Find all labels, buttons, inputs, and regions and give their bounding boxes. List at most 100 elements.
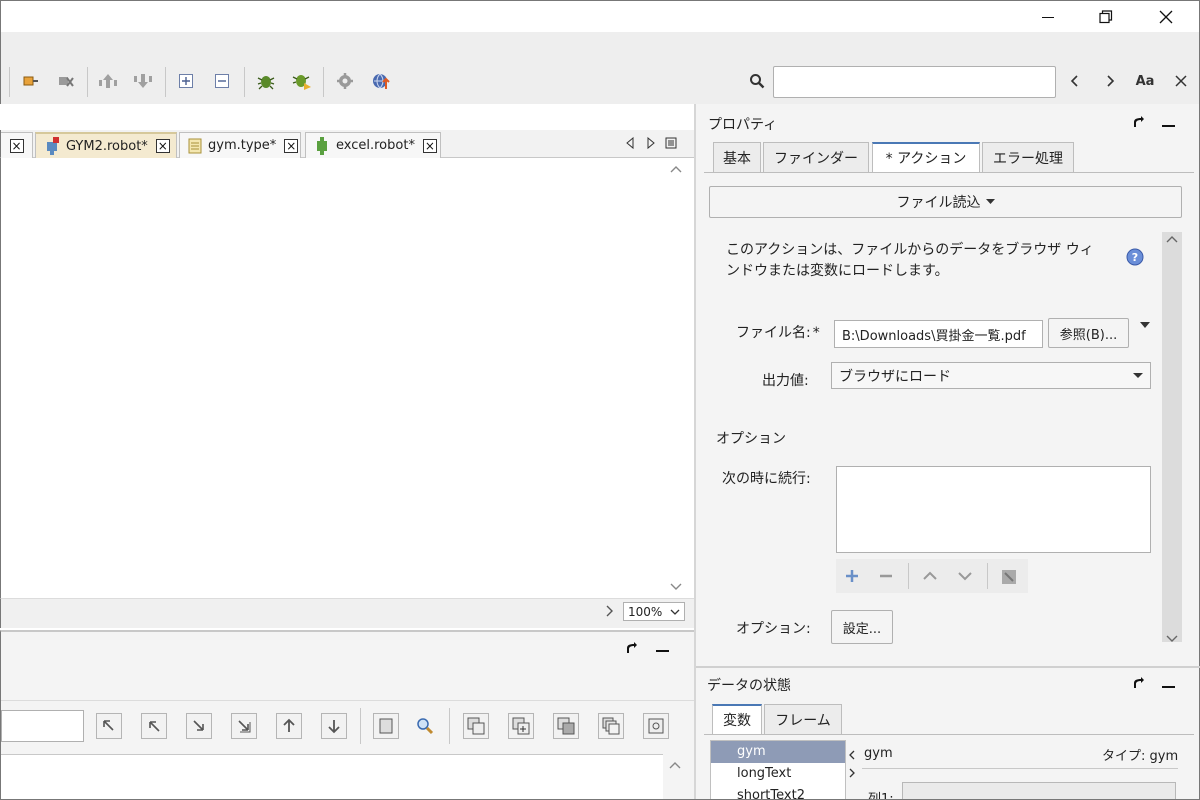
expand-icon[interactable] <box>175 70 197 92</box>
variable-list[interactable]: gym longText shortText2 <box>710 740 846 800</box>
move-down-icon[interactable] <box>321 713 347 739</box>
close-icon[interactable]: × <box>284 138 299 153</box>
file-name-value: B:\Downloads\買掛金一覧.pdf <box>842 328 1026 344</box>
tab-previous-close[interactable]: × <box>1 132 33 158</box>
robot-icon <box>47 137 59 155</box>
move-up-icon[interactable] <box>276 713 302 739</box>
minimize-panel-icon[interactable] <box>1162 686 1175 688</box>
toolbar-separator <box>323 67 324 97</box>
tab-list-button[interactable] <box>665 136 677 154</box>
minus-icon[interactable] <box>878 568 894 584</box>
settings-button[interactable]: 設定... <box>831 610 893 644</box>
restore-button[interactable] <box>1077 1 1135 33</box>
step-disabled-icon[interactable] <box>55 70 77 92</box>
editor-vertical-scrollbar[interactable] <box>666 158 686 598</box>
tab-error-handling[interactable]: エラー処理 <box>982 142 1074 172</box>
tab-gym2-robot[interactable]: GYM2.robot* × <box>35 132 177 158</box>
search-close-button[interactable] <box>1170 70 1192 92</box>
restore-icon <box>1099 10 1113 24</box>
action-type-dropdown[interactable]: ファイル読込 <box>709 186 1182 218</box>
minimize-panel-icon[interactable] <box>656 650 669 652</box>
close-icon[interactable]: × <box>422 138 437 153</box>
help-icon[interactable]: ? <box>1126 248 1144 270</box>
chevron-up-icon[interactable] <box>669 760 681 770</box>
list-item[interactable]: shortText2 <box>711 785 845 799</box>
output-value: ブラウザにロード <box>839 368 951 385</box>
chevron-up-icon[interactable] <box>922 569 938 583</box>
close-button[interactable] <box>1137 1 1195 33</box>
file-name-input[interactable]: B:\Downloads\買掛金一覧.pdf <box>834 320 1043 348</box>
minimize-panel-icon[interactable] <box>1162 125 1175 127</box>
move-down-icon[interactable] <box>132 70 154 92</box>
robot-editor-canvas[interactable] <box>0 158 666 598</box>
tab-finder[interactable]: ファインダー <box>763 142 869 172</box>
tab-scroll-left-button[interactable] <box>625 136 635 154</box>
chevron-left-icon[interactable] <box>848 749 856 761</box>
close-icon[interactable]: × <box>155 139 170 153</box>
frame-down-icon[interactable] <box>463 713 489 739</box>
search-input[interactable] <box>773 66 1056 98</box>
minimize-button[interactable] <box>1019 1 1077 33</box>
tab-excel-robot[interactable]: excel.robot* × <box>305 132 441 158</box>
list-item[interactable]: longText <box>711 763 845 785</box>
debug-bug-icon[interactable] <box>255 70 277 92</box>
upload-globe-icon[interactable] <box>370 70 392 92</box>
undock-pin-icon[interactable] <box>625 642 637 654</box>
settings-label: 設定... <box>842 621 882 637</box>
output-select[interactable]: ブラウザにロード <box>831 362 1151 389</box>
zoom-select[interactable]: 100% <box>623 602 685 621</box>
search-next-button[interactable] <box>1099 70 1121 92</box>
chevron-right-icon[interactable] <box>604 604 614 618</box>
close-icon[interactable]: × <box>9 138 24 153</box>
match-case-button[interactable]: Aa <box>1132 70 1158 92</box>
magnifier-icon[interactable] <box>415 716 435 740</box>
properties-scrollbar[interactable] <box>1162 232 1182 642</box>
tab-frames[interactable]: フレーム <box>764 704 842 734</box>
jump-down-right-icon[interactable] <box>186 713 212 739</box>
step-forward-icon[interactable] <box>20 70 42 92</box>
tab-action[interactable]: * アクション <box>872 142 980 172</box>
chevron-down-icon[interactable] <box>1166 634 1178 644</box>
tab-label: フレーム <box>775 712 831 729</box>
tab-label: ファインダー <box>774 150 858 167</box>
toolbar-separator <box>449 708 450 744</box>
settings-gear-icon[interactable] <box>334 70 356 92</box>
tab-label: 変数 <box>723 713 751 729</box>
chevron-left-icon <box>1070 75 1078 87</box>
bottom-filter-input[interactable] <box>1 710 84 742</box>
debug-run-icon[interactable] <box>291 70 313 92</box>
clear-list-icon[interactable] <box>1000 568 1018 586</box>
jump-up-left-icon[interactable] <box>141 713 167 739</box>
browse-button[interactable]: 参照(B)... <box>1048 318 1129 348</box>
tab-variables[interactable]: 変数 <box>712 704 762 734</box>
frame-find-icon[interactable] <box>643 713 669 739</box>
chevron-right-icon[interactable] <box>848 767 856 779</box>
file-name-label: ファイル名: * <box>736 325 820 341</box>
undock-pin-icon[interactable] <box>1132 116 1144 128</box>
chevron-down-icon[interactable] <box>957 569 973 583</box>
caret-down-icon[interactable] <box>1140 322 1150 329</box>
list-item-selected[interactable]: gym <box>711 741 845 763</box>
undock-pin-icon[interactable] <box>1132 677 1144 689</box>
browse-label: 参照(B)... <box>1059 327 1118 343</box>
plus-icon[interactable] <box>844 568 860 584</box>
collapse-icon[interactable] <box>211 70 233 92</box>
divider <box>704 172 1194 173</box>
jump-last-icon[interactable] <box>231 713 257 739</box>
column-value-field[interactable] <box>902 782 1176 800</box>
frame-add-icon[interactable] <box>508 713 534 739</box>
frame-remove-icon[interactable] <box>553 713 579 739</box>
tab-label: エラー処理 <box>993 150 1063 167</box>
continue-on-list[interactable] <box>836 466 1151 553</box>
move-up-icon[interactable] <box>97 70 119 92</box>
page-icon[interactable] <box>373 713 399 739</box>
tab-gym-type[interactable]: gym.type* × <box>179 132 301 158</box>
tab-label: gym.type* <box>208 138 277 153</box>
tab-basic[interactable]: 基本 <box>713 142 761 172</box>
frame-stack-icon[interactable] <box>598 713 624 739</box>
jump-first-icon[interactable] <box>96 713 122 739</box>
toolbar-separator <box>87 67 88 97</box>
tab-scroll-right-button[interactable] <box>646 136 656 154</box>
search-previous-button[interactable] <box>1064 70 1086 92</box>
bottom-list-area[interactable] <box>1 754 663 800</box>
